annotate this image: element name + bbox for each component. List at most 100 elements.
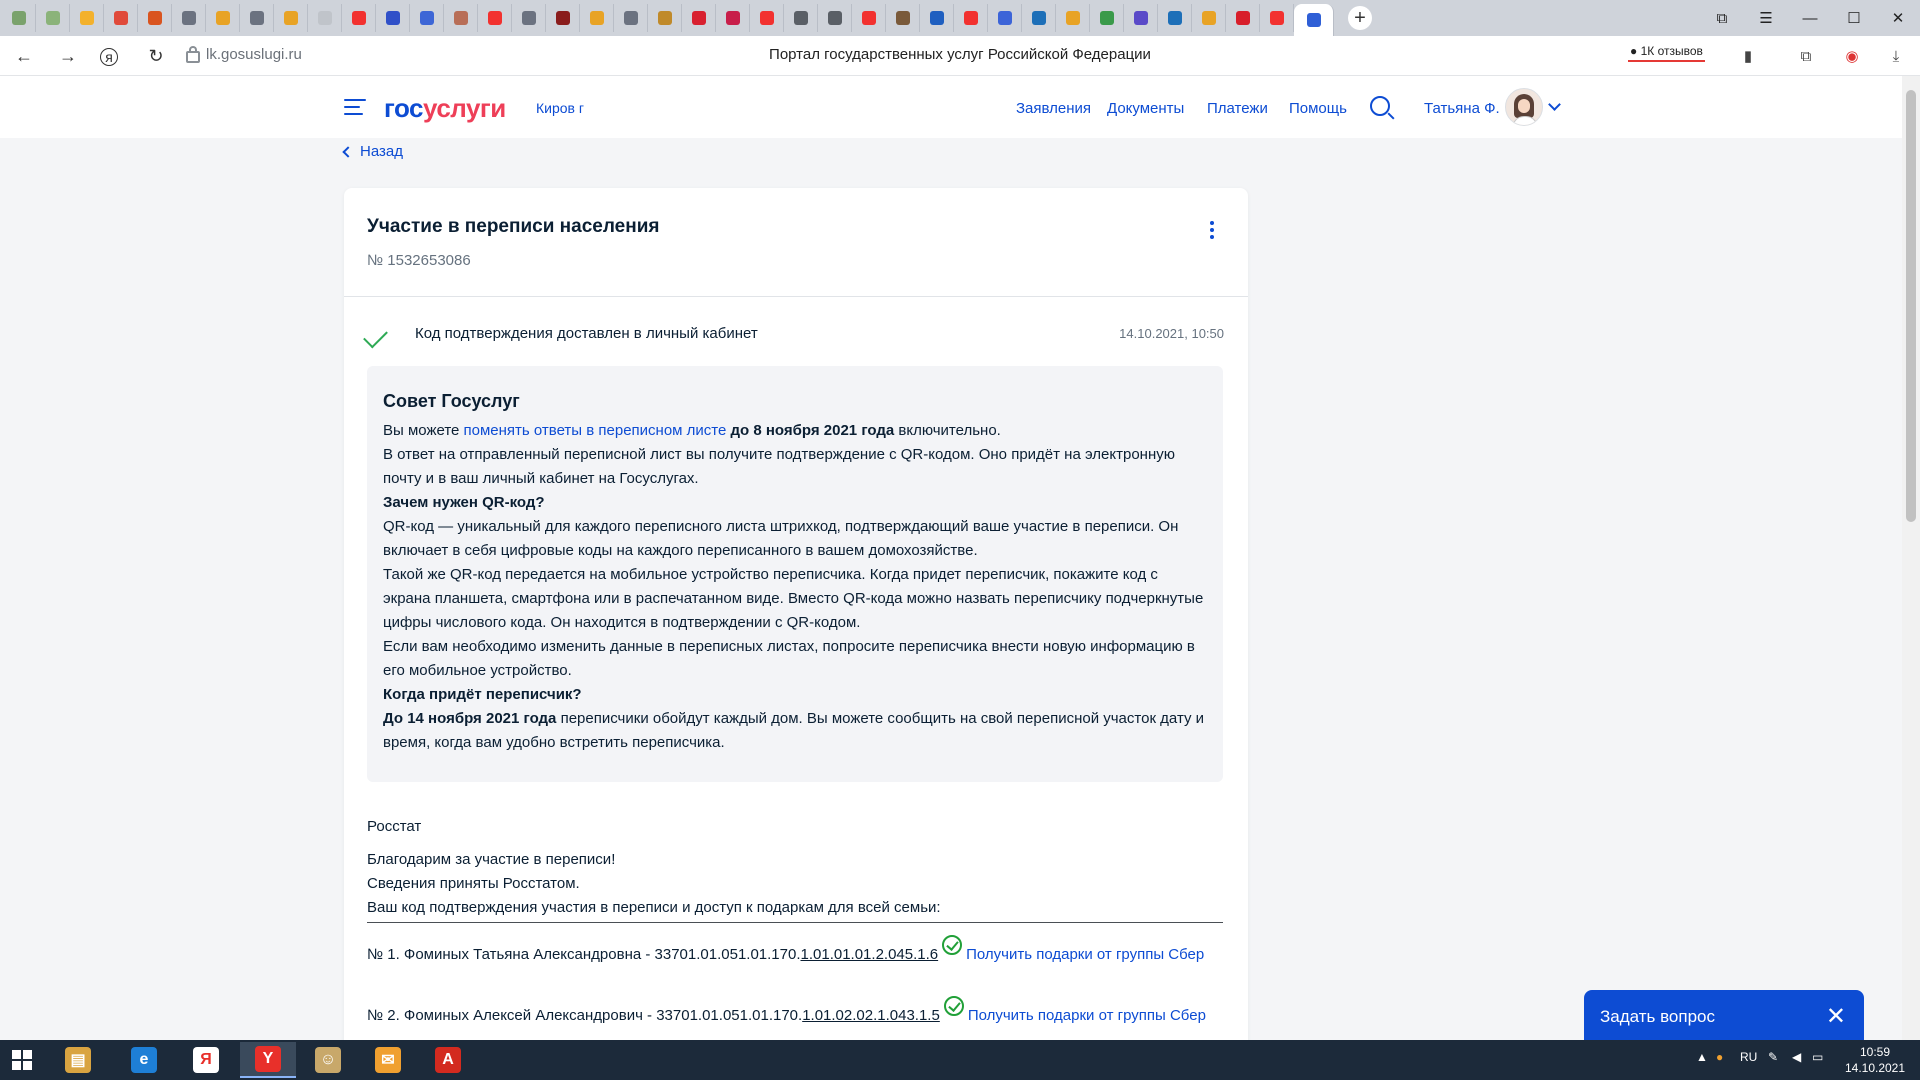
chevron-down-icon[interactable] xyxy=(1548,98,1561,111)
forward-arrow-icon[interactable]: → xyxy=(56,44,80,68)
nav-applications[interactable]: Заявления xyxy=(1016,100,1091,117)
new-tab-button[interactable]: + xyxy=(1348,6,1372,30)
clock[interactable]: 10:59 14.10.2021 xyxy=(1840,1044,1910,1076)
search-icon[interactable] xyxy=(1370,96,1390,116)
browser-tab[interactable] xyxy=(1090,4,1124,32)
tab-favicon-icon xyxy=(283,11,298,25)
nav-documents[interactable]: Документы xyxy=(1107,100,1184,117)
sber-icon xyxy=(942,935,963,955)
browser-tab[interactable] xyxy=(1226,4,1260,32)
change-answers-link[interactable]: поменять ответы в переписном листе xyxy=(464,422,727,439)
browser-tab[interactable] xyxy=(852,4,886,32)
taskbar-app-icon: ✉ xyxy=(375,1047,401,1073)
browser-tab[interactable] xyxy=(784,4,818,32)
browser-tab[interactable] xyxy=(1056,4,1090,32)
extension-icon[interactable]: ◉ xyxy=(1842,46,1862,66)
taskbar-app-4[interactable]: ☺ xyxy=(300,1042,356,1078)
sber-gifts-link[interactable]: Получить подарки от группы Сбер xyxy=(968,1007,1206,1024)
yandex-icon[interactable]: я xyxy=(100,48,118,66)
network-icon[interactable]: ✎ xyxy=(1768,1050,1778,1064)
browser-tab[interactable] xyxy=(716,4,750,32)
ask-question-widget[interactable]: Задать вопрос ✕ xyxy=(1584,990,1864,1040)
browser-tab[interactable] xyxy=(750,4,784,32)
browser-tab[interactable] xyxy=(274,4,308,32)
browser-tab[interactable] xyxy=(444,4,478,32)
back-link[interactable]: Назад xyxy=(342,143,403,160)
close-window-button[interactable]: ✕ xyxy=(1876,0,1920,36)
volume-icon[interactable]: ◀ xyxy=(1792,1050,1801,1064)
tabs-overview-icon[interactable]: ⧉ xyxy=(1700,0,1744,36)
browser-tab[interactable] xyxy=(1158,4,1192,32)
nav-help[interactable]: Помощь xyxy=(1289,100,1347,117)
taskbar-app-icon: e xyxy=(131,1047,157,1073)
url-field[interactable]: lk.gosuslugi.ru xyxy=(186,45,302,63)
browser-tab[interactable] xyxy=(478,4,512,32)
tray-arrow-icon[interactable]: ▲ xyxy=(1696,1050,1708,1064)
browser-tab[interactable] xyxy=(1124,4,1158,32)
language-indicator[interactable]: RU xyxy=(1740,1050,1757,1064)
browser-tab[interactable] xyxy=(70,4,104,32)
download-icon[interactable]: ⤓ xyxy=(1886,46,1906,66)
reload-icon[interactable]: ↻ xyxy=(144,44,168,68)
username[interactable]: Татьяна Ф. xyxy=(1424,100,1500,117)
browser-tab[interactable] xyxy=(886,4,920,32)
taskbar-app-2[interactable]: Я xyxy=(178,1042,234,1078)
tab-favicon-icon xyxy=(725,11,740,25)
close-icon[interactable]: ✕ xyxy=(1826,1002,1846,1031)
browser-tab[interactable] xyxy=(920,4,954,32)
browser-tab[interactable] xyxy=(546,4,580,32)
tab-favicon-icon xyxy=(1167,11,1182,25)
browser-tab-active[interactable] xyxy=(1294,4,1334,36)
collections-icon[interactable]: ⧉ xyxy=(1796,46,1816,66)
city-selector[interactable]: Киров г xyxy=(536,100,584,116)
browser-tab[interactable] xyxy=(648,4,682,32)
browser-tab[interactable] xyxy=(818,4,852,32)
browser-tab[interactable] xyxy=(614,4,648,32)
browser-tab[interactable] xyxy=(988,4,1022,32)
browser-tab[interactable] xyxy=(240,4,274,32)
browser-tab[interactable] xyxy=(104,4,138,32)
gosuslugi-logo[interactable]: госуслуги xyxy=(384,93,506,124)
sber-gifts-link[interactable]: Получить подарки от группы Сбер xyxy=(966,946,1204,963)
minimize-button[interactable]: — xyxy=(1788,0,1832,36)
browser-tab[interactable] xyxy=(512,4,546,32)
taskbar-app-6[interactable]: A xyxy=(420,1042,476,1078)
browser-tab[interactable] xyxy=(682,4,716,32)
more-options-icon[interactable] xyxy=(1210,221,1214,242)
browser-tab-strip: + ⧉ ☰ — ☐ ✕ xyxy=(0,0,1920,36)
browser-tab[interactable] xyxy=(138,4,172,32)
browser-tab[interactable] xyxy=(954,4,988,32)
taskbar-app-3[interactable]: Y xyxy=(240,1042,296,1078)
tray-app-icon[interactable]: ● xyxy=(1716,1050,1723,1064)
browser-tab[interactable] xyxy=(342,4,376,32)
taskbar-app-5[interactable]: ✉ xyxy=(360,1042,416,1078)
url-text: lk.gosuslugi.ru xyxy=(206,46,302,63)
browser-tab[interactable] xyxy=(1022,4,1056,32)
menu-icon[interactable] xyxy=(344,99,366,115)
browser-tab[interactable] xyxy=(410,4,444,32)
scrollbar-thumb[interactable] xyxy=(1906,90,1916,522)
browser-tab[interactable] xyxy=(172,4,206,32)
display-icon[interactable]: ▭ xyxy=(1812,1050,1823,1064)
vertical-scrollbar[interactable] xyxy=(1902,76,1920,1040)
maximize-button[interactable]: ☐ xyxy=(1832,0,1876,36)
nav-payments[interactable]: Платежи xyxy=(1207,100,1268,117)
back-arrow-icon[interactable]: ← xyxy=(12,44,36,68)
browser-tab[interactable] xyxy=(308,4,342,32)
avatar[interactable] xyxy=(1505,88,1543,126)
advice-paragraph-3: QR-код — уникальный для каждого переписн… xyxy=(383,518,1179,559)
browser-tab[interactable] xyxy=(1192,4,1226,32)
browser-tab[interactable] xyxy=(206,4,240,32)
reviews-badge[interactable]: ● 1К отзывов xyxy=(1628,44,1705,62)
taskbar-app-1[interactable]: e xyxy=(116,1042,172,1078)
bookmark-icon[interactable]: ▮ xyxy=(1738,46,1758,66)
browser-tab[interactable] xyxy=(580,4,614,32)
browser-tab[interactable] xyxy=(376,4,410,32)
browser-tab[interactable] xyxy=(36,4,70,32)
windows-start-icon[interactable] xyxy=(12,1050,32,1070)
browser-tab[interactable] xyxy=(1260,4,1294,32)
browser-menu-icon[interactable]: ☰ xyxy=(1744,0,1788,36)
browser-tab[interactable] xyxy=(2,4,36,32)
tab-favicon-icon xyxy=(487,11,502,25)
taskbar-app-0[interactable]: ▤ xyxy=(50,1042,106,1078)
